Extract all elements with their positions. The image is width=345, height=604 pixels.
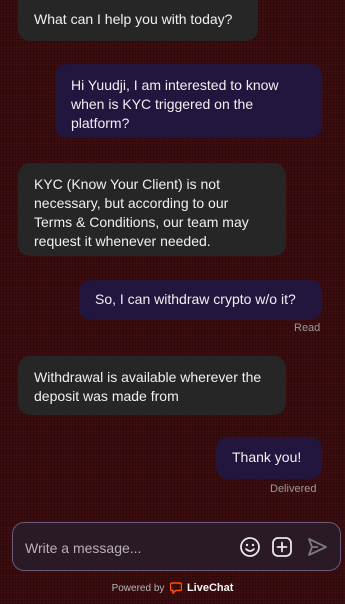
visitor-message: Hi Yuudji, I am interested to know when … bbox=[55, 64, 322, 138]
livechat-logo-icon bbox=[169, 582, 183, 597]
visitor-message: Thank you! bbox=[216, 437, 322, 479]
message-text: Hi Yuudji, I am interested to know when … bbox=[71, 77, 279, 131]
message-text: KYC (Know Your Client) is not necessary,… bbox=[34, 176, 249, 249]
visitor-message: So, I can withdraw crypto w/o it? bbox=[79, 280, 322, 320]
add-attachment-icon[interactable] bbox=[271, 536, 293, 558]
send-icon[interactable] bbox=[306, 536, 328, 558]
message-text: What can I help you with today? bbox=[34, 11, 233, 27]
message-composer bbox=[12, 522, 341, 571]
message-text: So, I can withdraw crypto w/o it? bbox=[95, 291, 296, 307]
powered-by-footer[interactable]: Powered by LiveChat bbox=[0, 582, 345, 600]
read-status: Read bbox=[294, 322, 321, 334]
message-text: Thank you! bbox=[232, 449, 302, 465]
livechat-brand: LiveChat bbox=[186, 582, 234, 594]
agent-message: Withdrawal is available wherever the dep… bbox=[18, 356, 286, 415]
agent-message: What can I help you with today? bbox=[18, 0, 258, 41]
powered-by-label: Powered by bbox=[111, 583, 165, 594]
agent-message: KYC (Know Your Client) is not necessary,… bbox=[18, 163, 286, 256]
message-text: Withdrawal is available wherever the dep… bbox=[34, 369, 262, 404]
delivered-status: Delivered bbox=[270, 483, 317, 495]
message-input[interactable] bbox=[23, 537, 237, 559]
message-list: What can I help you with today? Hi Yuudj… bbox=[0, 0, 345, 520]
emoji-icon[interactable] bbox=[239, 536, 261, 558]
